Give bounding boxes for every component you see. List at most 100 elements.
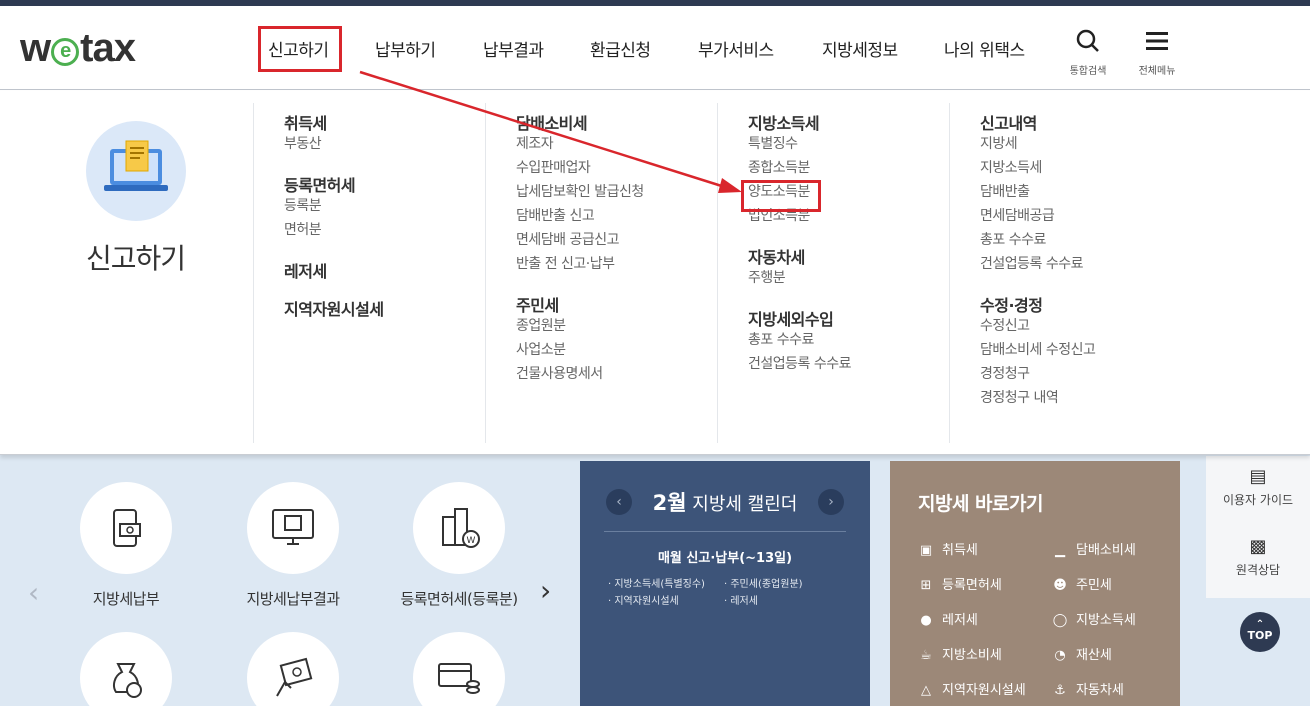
full-menu-button[interactable]: 전체메뉴	[1127, 28, 1187, 77]
mega-col-history: 신고내역 지방세 지방소득세 담배반출 면세담배공급 총포 수수료 건설업등록 …	[949, 103, 1181, 443]
service-local-tax-payment[interactable]: 지방세납부	[46, 482, 206, 609]
group-title[interactable]: 주민세	[516, 292, 717, 315]
service-row2-c[interactable]	[379, 632, 539, 706]
menu-item[interactable]: 수정신고	[980, 314, 1181, 338]
menu-item[interactable]: 건설업등록 수수료	[748, 352, 949, 376]
phone-payment-icon	[113, 509, 141, 547]
shortcuts-title: 지방세 바로가기	[918, 493, 1043, 515]
site-header: w e tax 신고하기 납부하기 납부결과 환급신청 부가서비스 지방세정보 나의…	[0, 6, 1310, 90]
group-title[interactable]: 수정·경정	[980, 292, 1181, 315]
calendar-item[interactable]: · 지방소득세(특별징수)	[608, 575, 705, 590]
shortcut-acquisition-tax[interactable]: ▣ 취득세	[918, 539, 978, 558]
service-row2-b[interactable]	[213, 632, 373, 706]
shortcut-tobacco-tax[interactable]: ▁ 담배소비세	[1052, 539, 1136, 558]
svg-text:W: W	[467, 536, 476, 546]
calendar-next-icon[interactable]: ›	[818, 489, 844, 515]
service-payment-result[interactable]: 지방세납부결과	[213, 482, 373, 609]
group-title[interactable]: 지방소득세	[748, 110, 949, 133]
menu-item[interactable]: 사업소분	[516, 338, 717, 362]
menu-item[interactable]: 종합소득분	[748, 156, 949, 180]
shortcut-label: 취득세	[942, 543, 978, 558]
highlight-box-capital-gains	[741, 180, 821, 212]
tobacco-tax-icon: ▁	[1055, 543, 1065, 558]
group-title[interactable]: 지역자원시설세	[284, 296, 485, 319]
service-label: 지방세납부	[92, 590, 160, 608]
menu-item[interactable]: 종업원분	[516, 314, 717, 338]
shortcut-label: 레저세	[942, 613, 978, 628]
group-title[interactable]: 지방세외수입	[748, 306, 949, 329]
menu-item[interactable]: 총포 수수료	[980, 228, 1181, 252]
nav-my-wetax[interactable]: 나의 위택스	[944, 36, 1025, 61]
menu-item[interactable]: 건설업등록 수수료	[980, 252, 1181, 276]
menu-item[interactable]: 면세담배 공급신고	[516, 228, 717, 252]
carousel-next-icon[interactable]: ›	[540, 574, 551, 607]
menu-item[interactable]: 제조자	[516, 132, 717, 156]
calendar-item-text: 지역자원시설세	[614, 596, 679, 607]
menu-item[interactable]: 면세담배공급	[980, 204, 1181, 228]
nav-local-tax-info[interactable]: 지방세정보	[822, 36, 898, 61]
calendar-item[interactable]: · 레저세	[724, 592, 758, 607]
menu-item[interactable]: 경정청구	[980, 362, 1181, 386]
shortcut-label: 지방소득세	[1076, 613, 1136, 628]
group-title[interactable]: 레저세	[284, 258, 485, 281]
local-income-tax-icon: ◯	[1052, 613, 1068, 628]
menu-item[interactable]: 수입판매업자	[516, 156, 717, 180]
unified-search-button[interactable]: 통합검색	[1058, 28, 1118, 77]
group-title[interactable]: 담배소비세	[516, 110, 717, 133]
user-guide-button[interactable]: ▤ 이용자 가이드	[1206, 466, 1310, 508]
remote-support-button[interactable]: ▩ 원격상담	[1206, 536, 1310, 578]
group-title[interactable]: 등록면허세	[284, 172, 485, 195]
group-non-tax-revenue: 지방세외수입 총포 수수료 건설업등록 수수료	[748, 306, 949, 376]
shortcut-leisure-tax[interactable]: ● 레저세	[918, 609, 978, 628]
monitor-icon	[272, 509, 314, 545]
menu-item[interactable]: 건물사용명세서	[516, 362, 717, 386]
carousel-prev-icon[interactable]: ‹	[28, 576, 39, 609]
menu-item[interactable]: 주행분	[748, 266, 949, 290]
calendar-title-text: 지방세 캘린더	[692, 494, 798, 515]
group-title[interactable]: 취득세	[284, 110, 485, 133]
menu-item[interactable]: 면허분	[284, 218, 485, 242]
logo-e-mark: e	[51, 38, 80, 66]
calendar-item[interactable]: · 주민세(종업원분)	[724, 575, 803, 590]
calendar-item[interactable]: · 지역자원시설세	[608, 592, 679, 607]
scroll-top-button[interactable]: ⌃ TOP	[1240, 612, 1280, 652]
shortcut-local-consumption-tax[interactable]: ☕ 지방소비세	[918, 644, 1002, 663]
service-icon-circle	[413, 632, 505, 706]
nav-pay[interactable]: 납부하기	[375, 36, 436, 61]
menu-item[interactable]: 등록분	[284, 194, 485, 218]
service-registration-tax[interactable]: W 등록면허세(등록분)	[379, 482, 539, 609]
mega-col-acquisition: 취득세 부동산 등록면허세 등록분 면허분 레저세 지역자원시설세	[253, 103, 485, 443]
menu-item[interactable]: 반출 전 신고·납부	[516, 252, 717, 276]
shortcut-property-tax[interactable]: ◔ 재산세	[1052, 644, 1112, 663]
menu-item[interactable]: 담배반출 신고	[516, 204, 717, 228]
nav-extra-services[interactable]: 부가서비스	[698, 36, 774, 61]
menu-item[interactable]: 총포 수수료	[748, 328, 949, 352]
shortcut-vehicle-tax[interactable]: ⚓ 자동차세	[1052, 679, 1124, 698]
group-resident-tax: 주민세 종업원분 사업소분 건물사용명세서	[516, 292, 717, 386]
shortcut-registration-tax[interactable]: ⊞ 등록면허세	[918, 574, 1002, 593]
menu-item[interactable]: 지방세	[980, 132, 1181, 156]
wetax-logo[interactable]: w e tax	[20, 26, 136, 71]
shortcut-local-income-tax[interactable]: ◯ 지방소득세	[1052, 609, 1136, 628]
service-row2-a[interactable]	[46, 632, 206, 706]
nav-refund[interactable]: 환급신청	[590, 36, 651, 61]
group-regional-resource-tax: 지역자원시설세	[284, 296, 485, 319]
calendar-subtitle: 매월 신고·납부(~13일)	[657, 551, 793, 566]
menu-item[interactable]: 특별징수	[748, 132, 949, 156]
menu-item[interactable]: 경정청구 내역	[980, 386, 1181, 410]
nav-pay-result[interactable]: 납부결과	[483, 36, 544, 61]
shortcut-regional-resource-tax[interactable]: △ 지역자원시설세	[918, 679, 1026, 698]
menu-item[interactable]: 담배소비세 수정신고	[980, 338, 1181, 362]
card-coins-icon	[438, 663, 480, 694]
shortcut-label: 주민세	[1076, 578, 1112, 593]
shortcut-label: 지방소비세	[942, 648, 1002, 663]
chat-icon: ▤	[1249, 466, 1267, 487]
menu-item[interactable]: 지방소득세	[980, 156, 1181, 180]
menu-item[interactable]: 담배반출	[980, 180, 1181, 204]
tax-calendar: ‹ 2월 지방세 캘린더 › 매월 신고·납부(~13일) · 지방소득세(특별…	[580, 461, 870, 706]
group-title[interactable]: 신고내역	[980, 110, 1181, 133]
group-title[interactable]: 자동차세	[748, 244, 949, 267]
shortcut-resident-tax[interactable]: ☻ 주민세	[1052, 574, 1112, 593]
menu-item[interactable]: 납세담보확인 발급신청	[516, 180, 717, 204]
menu-item[interactable]: 부동산	[284, 132, 485, 156]
